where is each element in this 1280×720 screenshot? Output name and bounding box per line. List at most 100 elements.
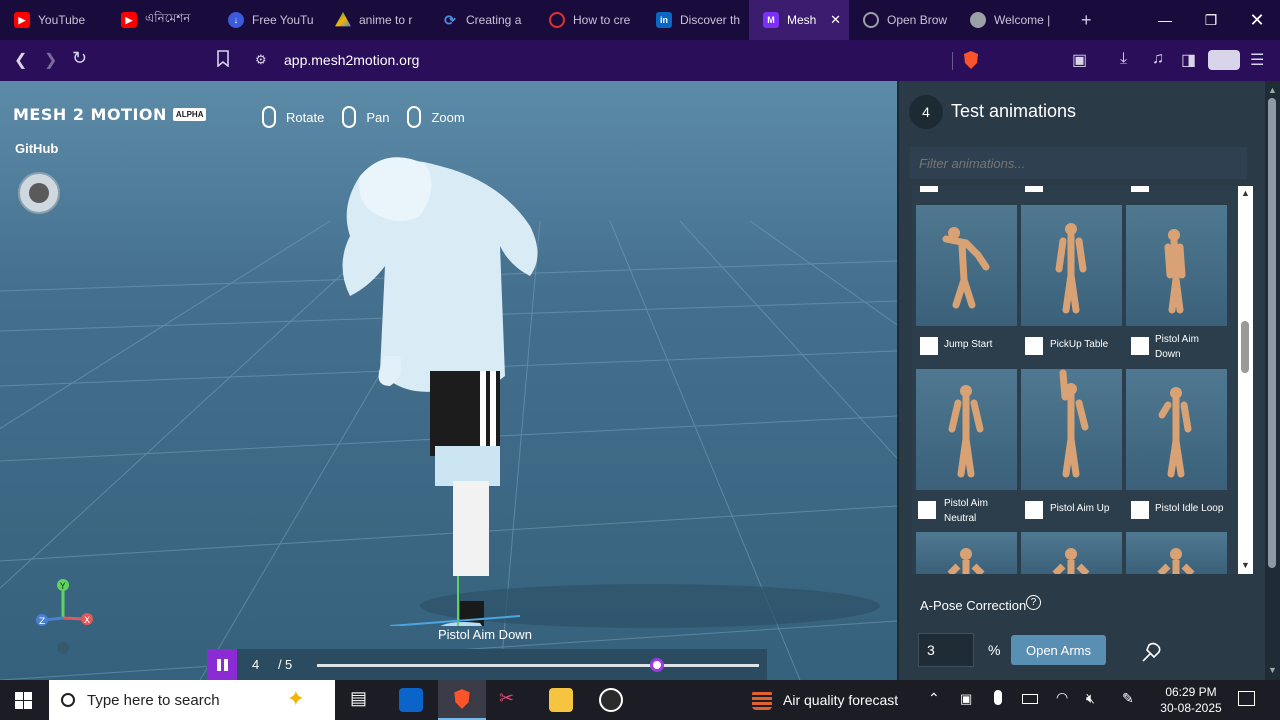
checkbox-pistol-aim-down[interactable] (1131, 337, 1149, 355)
tab-youtube[interactable]: ▶ YouTube (0, 0, 107, 40)
3d-viewport[interactable]: MESH 2 MOTION ALPHA GitHub Rotate Pan Zo… (0, 81, 897, 680)
forward-icon[interactable]: ❯ (44, 50, 57, 70)
controls-hint: Rotate Pan Zoom (262, 106, 465, 128)
help-icon[interactable]: ? (1026, 595, 1041, 610)
address-bar[interactable]: app.mesh2motion.org (284, 52, 419, 68)
wifi-icon[interactable]: ◠ (1056, 689, 1068, 706)
search-icon (61, 693, 75, 707)
github-link[interactable]: GitHub (15, 141, 58, 156)
file-explorer-icon[interactable] (549, 688, 573, 712)
tab-mesh2motion[interactable]: M Mesh ✕ (749, 0, 849, 40)
character-model (342, 157, 538, 626)
microphone-icon[interactable] (994, 690, 1002, 705)
checkbox-pistol-aim-up[interactable] (1025, 501, 1043, 519)
panel-title: Test animations (951, 101, 1077, 121)
search-placeholder: Type here to search (87, 691, 220, 709)
animation-panel: 4 Test animations Jump Start PickUp Tabl… (897, 81, 1265, 680)
obs-icon[interactable] (599, 688, 623, 712)
menu-icon[interactable]: ☰ (1250, 50, 1264, 70)
tab-linkedin[interactable]: in Discover th (642, 0, 749, 40)
scroll-up-icon[interactable]: ▲ (1268, 85, 1277, 95)
youtube-icon: ▶ (14, 12, 30, 28)
pen-icon[interactable]: ✎ (1122, 690, 1134, 707)
scroll-up-icon[interactable]: ▲ (1241, 188, 1250, 198)
close-tab-icon[interactable]: ✕ (830, 12, 841, 28)
brave-shield-icon[interactable] (962, 50, 980, 75)
pin-icon[interactable] (1139, 639, 1165, 670)
windows-start-icon[interactable] (15, 692, 32, 709)
checkbox-jump-start[interactable] (920, 337, 938, 355)
filter-input[interactable] (910, 147, 1247, 179)
wallet-icon[interactable] (1208, 50, 1240, 70)
checkbox-pistol-aim-neutral[interactable] (918, 501, 936, 519)
axis-gizmo[interactable]: Y X Z (30, 576, 100, 656)
open-arms-button[interactable]: Open Arms (1011, 635, 1106, 665)
tray-app-icon[interactable]: ▣ (960, 691, 972, 707)
tab-welcome[interactable]: Welcome | (956, 0, 1063, 40)
animation-thumbnail[interactable] (916, 532, 1017, 574)
scroll-down-icon[interactable]: ▼ (1241, 560, 1250, 570)
task-view-icon[interactable]: ▤ (350, 688, 374, 712)
animation-thumbnail[interactable] (1021, 369, 1122, 490)
animation-thumbnail[interactable] (1126, 205, 1227, 326)
animation-thumbnail[interactable] (916, 205, 1017, 326)
notification-icon[interactable] (1238, 691, 1255, 706)
grid-scrollbar-thumb[interactable] (1241, 321, 1249, 373)
tab-drive[interactable]: anime to r (321, 0, 428, 40)
scissors-icon[interactable]: ✂ (499, 688, 523, 712)
pause-button[interactable] (207, 649, 237, 680)
reload-icon[interactable]: ↻ (72, 48, 87, 69)
page-scrollbar-thumb[interactable] (1268, 98, 1276, 568)
taskbar-search[interactable]: Type here to search ✦ (49, 680, 335, 720)
avatar-button[interactable] (18, 172, 60, 214)
figure-icon (942, 227, 990, 309)
tab-youtube-2[interactable]: ▶ এনিমেশন (107, 0, 214, 40)
checkbox[interactable] (1131, 186, 1149, 192)
checkbox-pickup-table[interactable] (1025, 337, 1043, 355)
apose-input[interactable] (918, 633, 974, 667)
sidebar-icon[interactable]: ◨ (1181, 50, 1196, 70)
checkbox[interactable] (1025, 186, 1043, 192)
checkbox[interactable] (920, 186, 938, 192)
back-icon[interactable]: ❮ (14, 50, 27, 70)
app-logo[interactable]: MESH 2 MOTION ALPHA (13, 105, 207, 124)
animation-thumbnail[interactable] (1021, 532, 1122, 574)
progress-track[interactable] (317, 658, 759, 672)
minimize-button[interactable]: — (1142, 0, 1188, 40)
clock-date: 30-08-2025 (1160, 701, 1222, 715)
bookmark-icon[interactable] (216, 50, 230, 72)
youtube-icon: ▶ (121, 12, 137, 28)
chevron-up-icon[interactable]: ⌃ (928, 690, 940, 707)
page-scrollbar[interactable]: ▲ ▼ (1265, 81, 1280, 680)
figure-icon (1055, 223, 1087, 314)
animation-thumbnail[interactable] (1126, 532, 1227, 574)
battery-icon[interactable] (1022, 694, 1038, 704)
progress-knob[interactable] (650, 658, 665, 672)
checkbox-pistol-idle-loop[interactable] (1131, 501, 1149, 519)
media-icon[interactable]: ♫ (1152, 50, 1164, 68)
tab-open-browser[interactable]: Open Brow (849, 0, 956, 40)
brave-taskbar-icon[interactable] (438, 680, 486, 720)
volume-muted-icon[interactable]: 🔇︎ (1086, 690, 1095, 707)
animation-thumbnail[interactable] (1021, 205, 1122, 326)
downloads-icon[interactable]: ⤓ (1120, 50, 1127, 68)
animation-thumbnail[interactable] (1126, 369, 1227, 490)
new-tab-button[interactable]: + (1081, 10, 1092, 31)
close-window-button[interactable]: ✕ (1234, 0, 1280, 40)
animation-index: 4 (252, 657, 260, 672)
search-icon (549, 12, 565, 28)
restore-button[interactable]: ❐ (1188, 0, 1234, 40)
site-settings-icon[interactable]: ⚙ (255, 52, 267, 68)
animation-thumbnail[interactable] (916, 369, 1017, 490)
clock[interactable]: 06:29 PM 30-08-2025 (1156, 684, 1226, 716)
percent-label: % (988, 642, 1001, 658)
tab-creating[interactable]: ⟳ Creating a (428, 0, 535, 40)
mesh-icon: M (763, 12, 779, 28)
scroll-down-icon[interactable]: ▼ (1268, 665, 1277, 675)
weather-text[interactable]: Air quality forecast (783, 692, 898, 708)
mouse-icon (342, 106, 357, 128)
outlook-icon[interactable] (399, 688, 423, 712)
tab-how-to[interactable]: How to cre (535, 0, 642, 40)
reader-icon[interactable]: ▣ (1072, 50, 1087, 70)
tab-free-youtube[interactable]: ↓ Free YouTu (214, 0, 321, 40)
